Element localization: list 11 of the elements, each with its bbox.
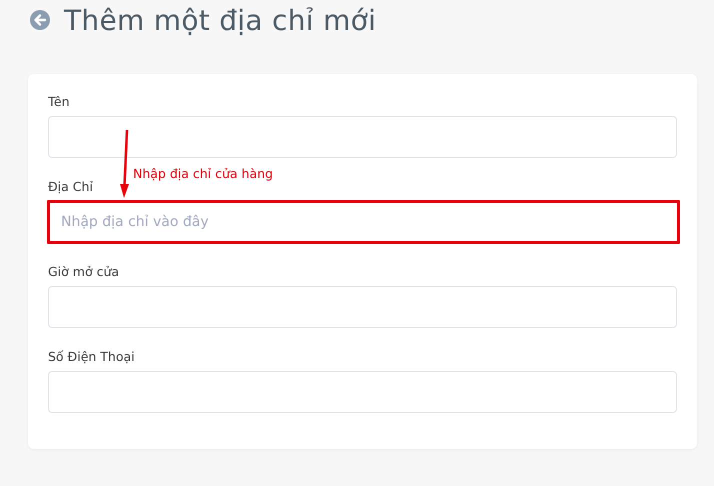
annotation-note: Nhập địa chỉ cửa hàng [133,166,273,181]
page-title: Thêm một địa chỉ mới [64,4,376,36]
field-label: Địa Chỉ [48,179,94,194]
field-label: Số Điện Thoại [48,349,136,364]
input-field[interactable] [48,116,677,158]
field-label: Giờ mở cửa [48,264,120,279]
input-field[interactable] [48,371,677,413]
field-label: Tên [48,94,70,109]
highlighted-input-field[interactable]: Nhập địa chỉ vào đây [47,200,680,244]
input-field[interactable] [48,286,677,328]
back-icon[interactable] [30,10,50,30]
